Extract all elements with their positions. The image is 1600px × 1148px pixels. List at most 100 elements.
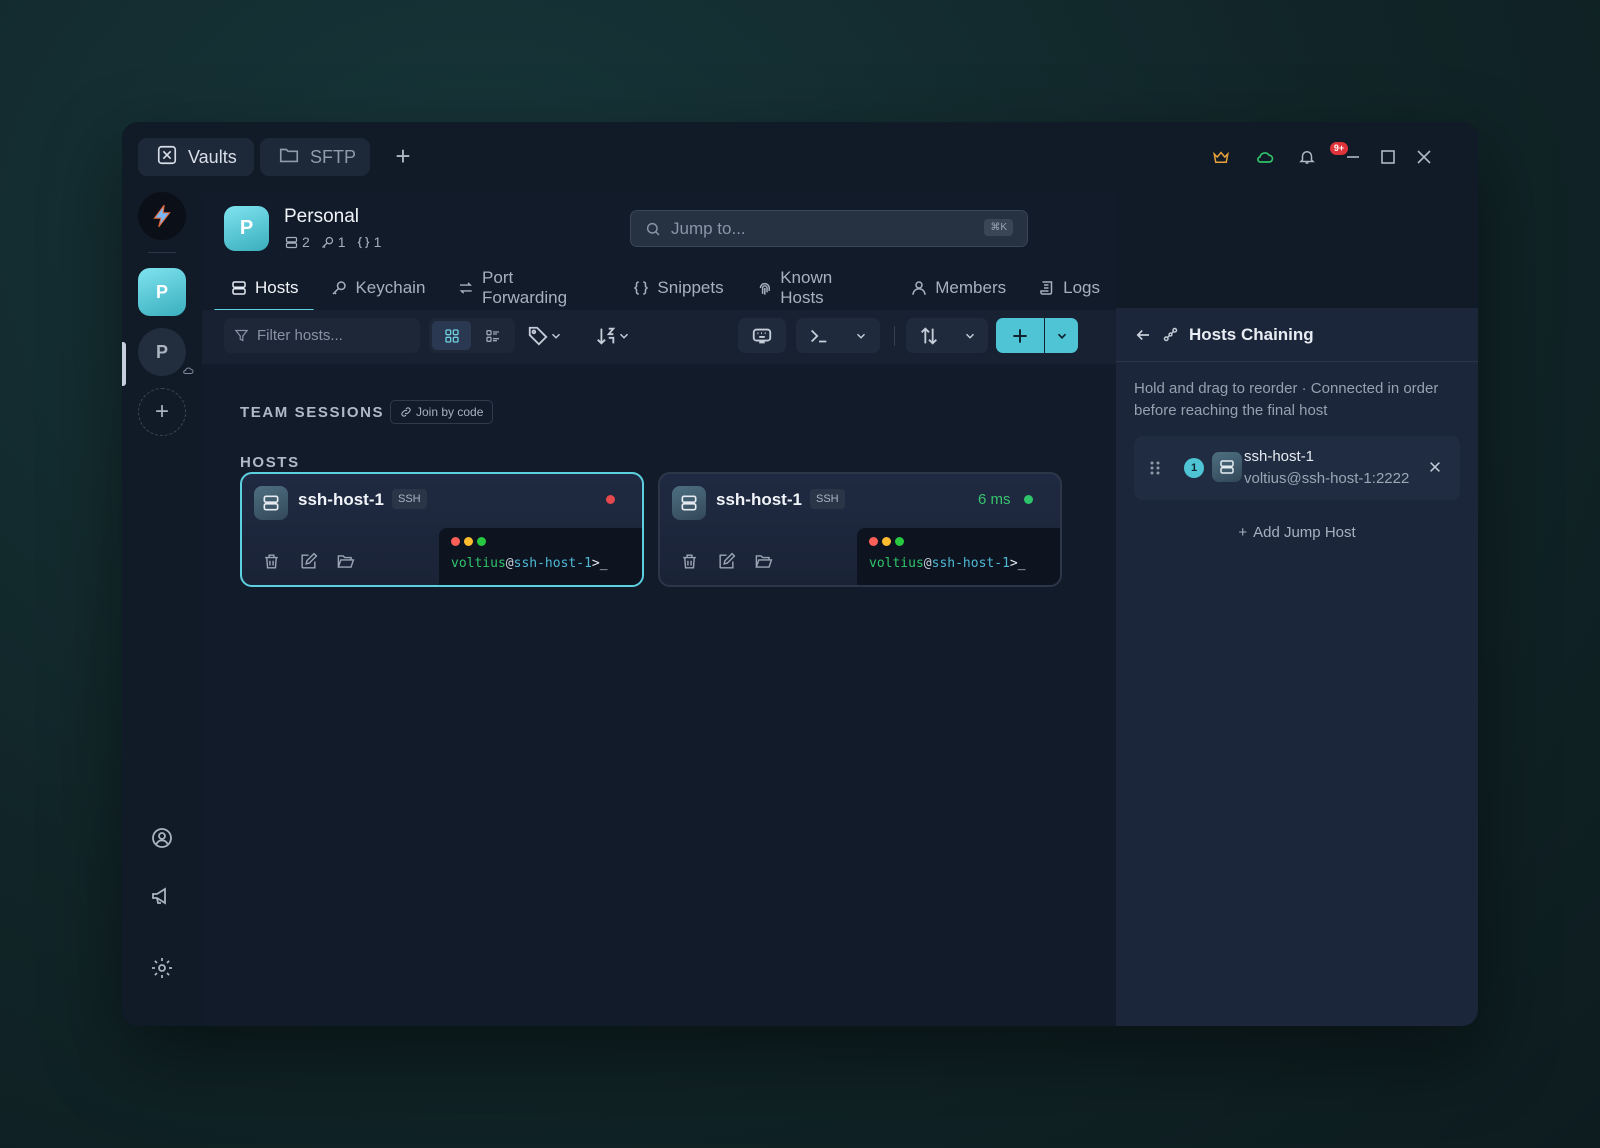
tab-label: Known Hosts (780, 268, 833, 307)
tab-label: SFTP (310, 146, 357, 167)
section-nav: Hosts Keychain Port Forwarding Snippets … (214, 266, 1116, 312)
scroll-icon (1040, 281, 1053, 295)
tab-members[interactable]: Members (894, 266, 1022, 310)
add-vault-button[interactable]: + (138, 388, 186, 436)
transfer-button[interactable] (906, 318, 988, 353)
folder-open-icon[interactable] (754, 552, 773, 571)
rail-selection-indicator (122, 342, 126, 386)
vault-personal-shared[interactable]: P (138, 328, 186, 376)
host-actions (262, 552, 355, 571)
sort-icon (597, 327, 616, 345)
tab-vaults[interactable]: Vaults (138, 138, 254, 176)
link-icon (401, 407, 411, 417)
server-icon (672, 486, 706, 520)
add-jump-host-button[interactable]: + Add Jump Host (1116, 524, 1478, 541)
search-placeholder: Jump to... (671, 218, 746, 238)
megaphone-icon[interactable] (150, 884, 174, 908)
tab-label: Port Forwarding (482, 268, 568, 307)
tab-label: Logs (1063, 278, 1100, 297)
tab-label: Keychain (355, 278, 426, 297)
hosts-heading: HOSTS (240, 454, 300, 471)
server-icon (285, 236, 298, 248)
grid-view-button[interactable] (432, 321, 471, 350)
grid-icon (444, 328, 459, 343)
add-host-button[interactable] (996, 318, 1044, 353)
back-arrow-icon[interactable] (1134, 326, 1152, 344)
host-name: ssh-host-1 (298, 490, 384, 509)
vault-rail: P P + (122, 192, 202, 1026)
terminal-button[interactable] (796, 318, 880, 353)
minimize-button[interactable] (1342, 146, 1364, 168)
edit-icon[interactable] (717, 552, 736, 571)
filter-hosts-input[interactable]: Filter hosts... (224, 318, 420, 353)
vault-name: Personal (284, 206, 359, 227)
chevron-down-icon (965, 333, 974, 339)
chevron-down-icon (551, 333, 561, 339)
panel-description: Hold and drag to reorder · Connected in … (1134, 380, 1439, 419)
join-label: Join by code (416, 405, 484, 419)
vault-personal-active[interactable]: P (138, 268, 186, 316)
folder-icon (278, 144, 300, 171)
fingerprint-icon (759, 282, 770, 295)
hosts-toolbar: Filter hosts... (202, 310, 1116, 364)
remove-icon[interactable] (1428, 460, 1442, 479)
tab-hosts[interactable]: Hosts (214, 266, 315, 312)
search-icon (646, 222, 660, 236)
close-button[interactable] (1413, 146, 1435, 168)
app-logo (138, 192, 186, 240)
panel-header: Hosts Chaining (1116, 308, 1478, 362)
tag-filter-button[interactable] (520, 318, 570, 353)
add-host-menu-button[interactable] (1045, 318, 1078, 353)
crown-icon[interactable] (1210, 146, 1232, 168)
tab-port-forwarding[interactable]: Port Forwarding (441, 266, 616, 310)
drag-handle-icon[interactable] (1150, 460, 1160, 481)
folder-open-icon[interactable] (336, 552, 355, 571)
trash-icon[interactable] (680, 552, 699, 571)
host-card[interactable]: ssh-host-1 SSH 6 ms voltius@ssh-host-1>_ (658, 472, 1062, 587)
terminal-prompt: voltius@ssh-host-1>_ (869, 556, 1026, 571)
key-icon (321, 236, 333, 248)
rail-divider (148, 252, 176, 253)
tag-icon (528, 326, 548, 346)
jump-host-item[interactable]: 1 ssh-host-1 voltius@ssh-host-1:2222 (1134, 436, 1460, 500)
cloud-sync-icon[interactable] (1254, 146, 1276, 168)
tab-sftp[interactable]: SFTP (260, 138, 370, 176)
tab-label: Snippets (657, 278, 724, 297)
panel-title: Hosts Chaining (1189, 324, 1314, 344)
server-icon (1212, 452, 1242, 482)
protocol-badge: SSH (392, 489, 427, 509)
toolbar-divider (894, 326, 895, 346)
serial-port-icon (752, 328, 772, 343)
filter-placeholder: Filter hosts... (257, 327, 343, 344)
key-count: 1 (320, 234, 346, 250)
tab-snippets[interactable]: Snippets (616, 266, 739, 310)
trash-icon[interactable] (262, 552, 281, 571)
tab-logs[interactable]: Logs (1022, 266, 1116, 310)
snippet-count: 1 (356, 234, 381, 250)
lightning-icon (153, 204, 171, 228)
join-by-code-button[interactable]: Join by code (390, 400, 494, 424)
plus-icon (1013, 328, 1027, 343)
status-dot-offline (606, 495, 615, 504)
host-card[interactable]: ssh-host-1 SSH voltius@ssh-host-1>_ (240, 472, 644, 587)
tab-keychain[interactable]: Keychain (314, 266, 441, 310)
list-view-button[interactable] (473, 321, 512, 350)
server-icon (232, 281, 246, 295)
serial-button[interactable] (738, 318, 786, 353)
add-jump-label: Add Jump Host (1253, 524, 1356, 541)
edit-icon[interactable] (299, 552, 318, 571)
sort-button[interactable] (588, 318, 638, 353)
title-bar: Vaults SFTP + 9+ (122, 122, 1478, 192)
terminal-preview: voltius@ssh-host-1>_ (857, 528, 1060, 585)
jump-to-search[interactable]: Jump to... ⌘K (630, 210, 1028, 247)
host-actions (680, 552, 773, 571)
cloud-icon (182, 362, 194, 380)
chevron-down-icon (1057, 333, 1066, 339)
maximize-button[interactable] (1377, 146, 1399, 168)
new-tab-button[interactable]: + (390, 143, 416, 170)
tab-known-hosts[interactable]: Known Hosts (740, 266, 895, 310)
status-dot-online (1024, 495, 1033, 504)
settings-gear-icon[interactable] (150, 956, 174, 980)
account-icon[interactable] (150, 826, 174, 850)
bell-icon[interactable] (1296, 146, 1318, 168)
